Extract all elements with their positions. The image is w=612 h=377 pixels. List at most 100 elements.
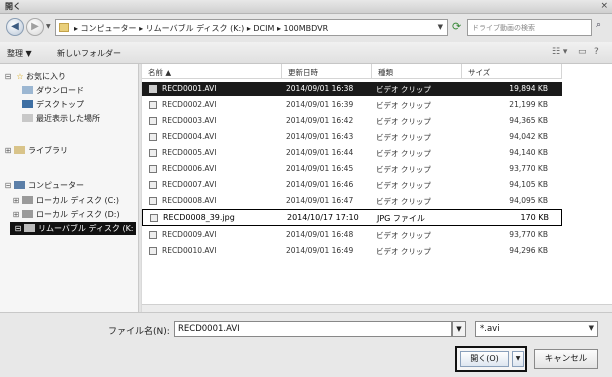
- file-size: 93,770 KB: [509, 164, 548, 173]
- file-name: RECD0005.AVI: [162, 148, 217, 157]
- column-header-type[interactable]: 種類: [372, 64, 462, 79]
- organize-button[interactable]: 整理 ▼: [7, 48, 32, 59]
- column-header-date[interactable]: 更新日時: [282, 64, 372, 79]
- filename-input[interactable]: RECD0001.AVI: [174, 321, 452, 337]
- navigation-pane: ⊟ ☆ お気に入り ダウンロード デスクトップ 最近表示した場所 ⊞ ライブラリ ⊟ コ…: [0, 64, 138, 312]
- video-file-icon: [149, 85, 157, 93]
- sidebar-item-local-c[interactable]: ⊞ ローカル ディスク (C:): [10, 195, 119, 206]
- sidebar-item-favorites[interactable]: ⊟ ☆ お気に入り: [2, 71, 66, 82]
- sidebar-item-label: コンピューター: [28, 181, 84, 190]
- refresh-icon[interactable]: ⟳: [452, 20, 461, 33]
- image-file-icon: [150, 214, 158, 222]
- video-file-icon: [149, 231, 157, 239]
- file-size: 94,095 KB: [509, 196, 548, 205]
- file-name: RECD0008_39.jpg: [163, 213, 235, 222]
- file-name: RECD0010.AVI: [162, 246, 217, 255]
- file-date: 2014/09/01 16:45: [286, 164, 354, 173]
- open-options-chevron-icon[interactable]: ▼: [512, 351, 524, 367]
- file-name: RECD0002.AVI: [162, 100, 217, 109]
- open-button[interactable]: 開く(O): [460, 351, 509, 367]
- file-row[interactable]: RECD0003.AVI 2014/09/01 16:42 ビデオ クリップ 9…: [142, 114, 562, 128]
- window-title: 開く: [5, 2, 21, 11]
- recent-locations-chevron-icon[interactable]: ▼: [46, 23, 51, 30]
- dialog-footer: ファイル名(N): RECD0001.AVI ▼ *.avi ▼ 開く(O) ▼…: [0, 312, 612, 377]
- file-type: ビデオ クリップ: [376, 149, 431, 158]
- library-icon: [14, 146, 25, 154]
- file-row[interactable]: RECD0002.AVI 2014/09/01 16:39 ビデオ クリップ 2…: [142, 98, 562, 112]
- sidebar-item-removable[interactable]: ⊟ リムーバブル ディスク (K:: [10, 222, 136, 235]
- chevron-down-icon: ▼: [588, 324, 594, 332]
- horizontal-scrollbar[interactable]: [142, 304, 612, 312]
- file-type: ビデオ クリップ: [376, 165, 431, 174]
- sidebar-item-label: デスクトップ: [36, 100, 84, 109]
- file-date: 2014/09/01 16:42: [286, 116, 354, 125]
- desktop-icon: [22, 100, 33, 108]
- column-header-name[interactable]: 名前 ▲: [142, 64, 282, 79]
- file-date: 2014/09/01 16:38: [286, 84, 354, 93]
- file-row[interactable]: RECD0008.AVI 2014/09/01 16:47 ビデオ クリップ 9…: [142, 194, 562, 208]
- video-file-icon: [149, 101, 157, 109]
- file-size: 21,199 KB: [509, 100, 548, 109]
- file-row[interactable]: RECD0007.AVI 2014/09/01 16:46 ビデオ クリップ 9…: [142, 178, 562, 192]
- close-icon[interactable]: ×: [600, 1, 608, 11]
- file-row[interactable]: RECD0005.AVI 2014/09/01 16:44 ビデオ クリップ 9…: [142, 146, 562, 160]
- address-dropdown-chevron-icon[interactable]: ▼: [438, 23, 443, 31]
- address-bar[interactable]: ▸ コンピューター ▸ リムーバブル ディスク (K:) ▸ DCIM ▸ 10…: [55, 19, 448, 36]
- sidebar-item-local-d[interactable]: ⊞ ローカル ディスク (D:): [10, 209, 120, 220]
- collapse-icon[interactable]: ⊟: [2, 181, 14, 190]
- sidebar-item-desktop[interactable]: デスクトップ: [22, 99, 84, 110]
- sidebar-item-libraries[interactable]: ⊞ ライブラリ: [2, 145, 68, 156]
- sidebar-item-label: ライブラリ: [28, 146, 68, 155]
- help-icon[interactable]: ?: [594, 47, 599, 57]
- file-name: RECD0006.AVI: [162, 164, 217, 173]
- pane-splitter[interactable]: [138, 64, 141, 312]
- collapse-icon[interactable]: ⊟: [2, 72, 14, 81]
- file-row[interactable]: RECD0009.AVI 2014/09/01 16:48 ビデオ クリップ 9…: [142, 228, 562, 242]
- file-type: ビデオ クリップ: [376, 85, 431, 94]
- sidebar-item-recent[interactable]: 最近表示した場所: [22, 113, 100, 124]
- preview-pane-icon[interactable]: ▭: [578, 47, 587, 57]
- file-row[interactable]: RECD0006.AVI 2014/09/01 16:45 ビデオ クリップ 9…: [142, 162, 562, 176]
- file-row[interactable]: RECD0010.AVI 2014/09/01 16:49 ビデオ クリップ 9…: [142, 244, 562, 258]
- file-type: ビデオ クリップ: [376, 117, 431, 126]
- view-options-icon[interactable]: ☷ ▾: [552, 47, 567, 57]
- sidebar-item-label: リムーバブル ディスク (K:: [38, 224, 134, 233]
- file-date: 2014/09/01 16:46: [286, 180, 354, 189]
- file-type: JPG ファイル: [377, 214, 425, 223]
- recent-places-icon: [22, 114, 33, 122]
- address-breadcrumb[interactable]: ▸ コンピューター ▸ リムーバブル ディスク (K:) ▸ DCIM ▸ 10…: [74, 23, 328, 34]
- expand-icon[interactable]: ⊞: [10, 196, 22, 205]
- file-row-highlighted[interactable]: RECD0008_39.jpg 2014/10/17 17:10 JPG ファイ…: [142, 209, 562, 226]
- search-icon[interactable]: ⌕: [596, 20, 601, 30]
- back-button[interactable]: ◀: [6, 18, 24, 36]
- expand-icon[interactable]: ⊞: [10, 210, 22, 219]
- file-date: 2014/09/01 16:48: [286, 230, 354, 239]
- file-size: 94,365 KB: [509, 116, 548, 125]
- file-size: 94,140 KB: [509, 148, 548, 157]
- sidebar-item-downloads[interactable]: ダウンロード: [22, 85, 84, 96]
- file-date: 2014/09/01 16:49: [286, 246, 354, 255]
- filetype-value: *.avi: [480, 324, 500, 334]
- sidebar-item-label: ローカル ディスク (C:): [36, 196, 120, 205]
- filename-dropdown-chevron-icon[interactable]: ▼: [452, 321, 466, 337]
- search-input[interactable]: ドライブ動画の検索: [467, 19, 592, 36]
- file-date: 2014/09/01 16:44: [286, 148, 354, 157]
- file-list: 名前 ▲ 更新日時 種類 サイズ RECD0001.AVI 2014/09/01…: [142, 64, 612, 312]
- video-file-icon: [149, 133, 157, 141]
- sidebar-item-label: ローカル ディスク (D:): [36, 210, 120, 219]
- file-row[interactable]: RECD0004.AVI 2014/09/01 16:43 ビデオ クリップ 9…: [142, 130, 562, 144]
- cancel-button[interactable]: キャンセル: [534, 349, 598, 369]
- file-row[interactable]: RECD0001.AVI 2014/09/01 16:38 ビデオ クリップ 1…: [142, 82, 562, 96]
- new-folder-button[interactable]: 新しいフォルダー: [57, 48, 121, 59]
- forward-button[interactable]: ▶: [26, 18, 44, 36]
- filetype-select[interactable]: *.avi ▼: [475, 321, 598, 337]
- expand-icon[interactable]: ⊟: [12, 224, 24, 233]
- file-size: 19,894 KB: [509, 84, 548, 93]
- column-header-size[interactable]: サイズ: [462, 64, 562, 79]
- file-type: ビデオ クリップ: [376, 247, 431, 256]
- sidebar-item-computer[interactable]: ⊟ コンピューター: [2, 180, 84, 191]
- removable-drive-icon: [24, 224, 35, 232]
- expand-icon[interactable]: ⊞: [2, 146, 14, 155]
- drive-icon: [22, 210, 33, 218]
- file-size: 94,105 KB: [509, 180, 548, 189]
